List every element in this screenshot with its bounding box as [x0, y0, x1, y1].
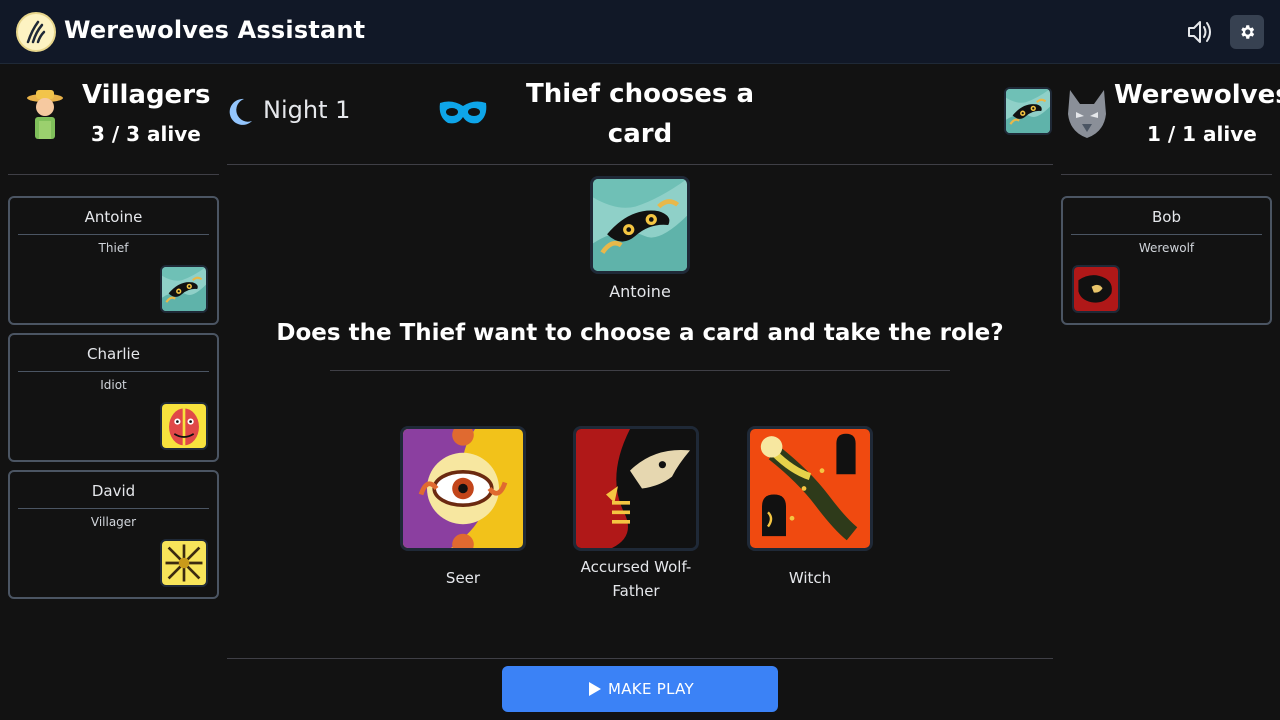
choice-card-witch[interactable]	[747, 426, 873, 551]
sound-toggle-button[interactable]	[1186, 18, 1216, 46]
witch-role-icon	[750, 429, 870, 548]
player-card-david[interactable]: David Villager	[8, 470, 219, 599]
make-play-label: MAKE PLAY	[608, 680, 694, 698]
werewolves-team-name: Werewolves	[1114, 80, 1280, 110]
center-top-divider	[227, 164, 1053, 165]
mask-icon	[438, 97, 488, 127]
wolf-head-icon	[1068, 90, 1106, 138]
app-title: Werewolves Assistant	[64, 16, 366, 44]
player-role: Thief	[98, 241, 129, 255]
make-play-button[interactable]: MAKE PLAY	[502, 666, 778, 712]
seer-role-icon	[403, 429, 523, 548]
choice-card-seer[interactable]	[400, 426, 526, 551]
werewolves-alive-count: 1 / 1 alive	[1147, 122, 1257, 146]
player-role: Idiot	[100, 378, 127, 392]
thief-role-icon	[1004, 87, 1052, 135]
divider	[1071, 234, 1262, 235]
divider	[18, 371, 209, 372]
villagers-avatar	[26, 88, 64, 140]
step-title: Thief chooses a card	[526, 79, 754, 149]
accursed-wolf-father-role-icon	[576, 429, 696, 548]
center-bottom-divider	[227, 658, 1053, 659]
idiot-role-icon	[160, 402, 208, 450]
choice-label-accursed-wolf-father: Accursed Wolf-Father	[580, 558, 692, 600]
farmer-icon	[27, 90, 63, 139]
villagers-team-name: Villagers	[82, 80, 211, 110]
divider	[18, 508, 209, 509]
player-card-charlie[interactable]: Charlie Idiot	[8, 333, 219, 462]
choice-label-seer: Seer	[445, 569, 481, 587]
player-name: Charlie	[87, 345, 140, 363]
wolf-claw-icon	[26, 20, 46, 44]
app-logo[interactable]	[16, 12, 56, 52]
player-name: Bob	[1152, 208, 1181, 226]
villagers-alive-count: 3 / 3 alive	[91, 122, 201, 146]
werewolves-divider	[1061, 174, 1272, 175]
player-card-bob[interactable]: Bob Werewolf	[1061, 196, 1272, 325]
moon-icon	[226, 97, 254, 127]
current-player-role-card	[590, 176, 690, 274]
step-question: Does the Thief want to choose a card and…	[276, 320, 1004, 346]
choice-label-witch: Witch	[788, 569, 832, 587]
thief-role-icon	[160, 265, 208, 313]
current-player-name: Antoine	[609, 282, 671, 301]
player-card-antoine[interactable]: Antoine Thief	[8, 196, 219, 325]
villager-role-icon	[160, 539, 208, 587]
villagers-divider	[8, 174, 219, 175]
app-header: Werewolves Assistant	[0, 0, 1280, 64]
play-icon	[589, 682, 601, 696]
werewolves-avatar	[1066, 88, 1108, 140]
phase-label: Night 1	[263, 96, 351, 124]
question-divider	[330, 370, 950, 371]
speaker-icon	[1188, 21, 1211, 43]
player-name: David	[91, 482, 136, 500]
player-role: Werewolf	[1138, 241, 1195, 255]
divider	[18, 234, 209, 235]
gear-icon	[1241, 25, 1255, 39]
settings-button[interactable]	[1230, 15, 1264, 49]
player-name: Antoine	[84, 208, 143, 226]
player-role: Villager	[90, 515, 137, 529]
choice-card-accursed-wolf-father[interactable]	[573, 426, 699, 551]
werewolf-role-icon	[1072, 265, 1120, 313]
